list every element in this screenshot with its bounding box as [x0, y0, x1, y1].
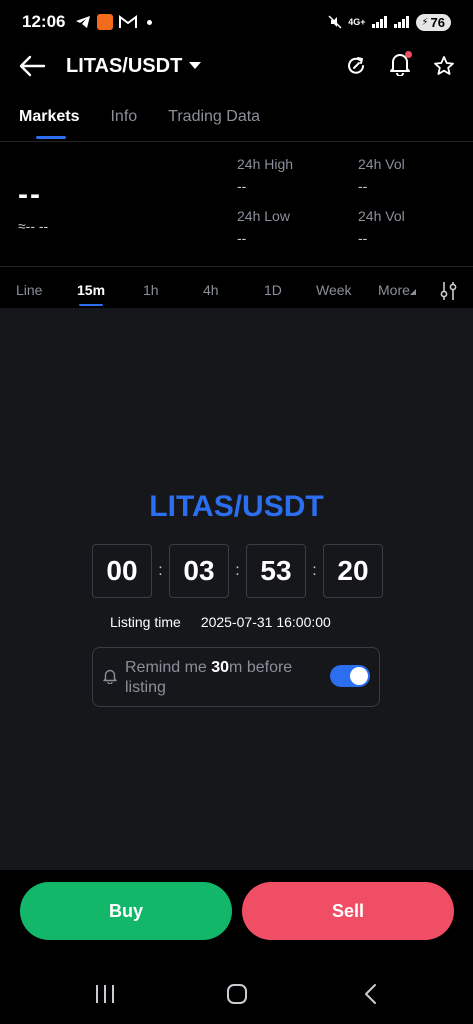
header: LITAS/USDT	[0, 44, 473, 88]
bell-icon	[103, 669, 117, 684]
header-actions	[345, 50, 455, 81]
recent-apps-icon[interactable]	[94, 984, 116, 1004]
stat-label: 24h High	[237, 156, 294, 172]
interval-more[interactable]: More	[378, 282, 416, 298]
stat-value: --	[237, 230, 247, 246]
mute-icon	[328, 15, 342, 29]
countdown-hours: 03	[169, 544, 229, 598]
notification-dot	[405, 50, 412, 58]
more-label: More	[378, 282, 410, 298]
listing-time: Listing time 2025-07-31 16:00:00	[110, 614, 331, 630]
interval-week[interactable]: Week	[316, 282, 352, 298]
listing-pair-title: LITAS/USDT	[149, 490, 324, 523]
sell-button[interactable]: Sell	[242, 882, 454, 940]
stat-24h-vol: 24h Vol --	[358, 156, 405, 194]
charging-icon: ⚡	[421, 16, 429, 28]
tab-info[interactable]: Info	[110, 98, 137, 141]
countdown-minutes: 53	[246, 544, 306, 598]
chart-settings-icon[interactable]	[440, 281, 458, 301]
tab-trading-data[interactable]: Trading Data	[168, 98, 260, 141]
interval-bar: Line 15m 1h 4h 1D Week More	[0, 272, 473, 308]
countdown-separator: :	[312, 562, 317, 579]
last-price: --	[18, 178, 42, 211]
remind-toggle[interactable]	[330, 665, 370, 687]
countdown-separator: :	[158, 562, 163, 579]
app-notification-icon	[97, 14, 114, 30]
refresh-icon[interactable]	[345, 55, 367, 77]
stat-24h-low: 24h Low --	[237, 208, 290, 246]
dot-icon	[147, 19, 153, 25]
system-nav-bar	[0, 966, 473, 1024]
signal-icon	[371, 16, 387, 28]
listing-time-value: 2025-07-31 16:00:00	[200, 614, 331, 630]
stat-value: --	[237, 178, 247, 194]
battery-level: 76	[430, 14, 445, 30]
stat-label: 24h Low	[237, 208, 290, 224]
tab-bar: Markets Info Trading Data	[0, 98, 473, 142]
countdown-days: 00	[92, 544, 152, 598]
status-right: 4G+ ⚡ 76	[328, 13, 451, 31]
status-time: 12:06	[22, 12, 66, 31]
remind-prefix: Remind me	[125, 659, 212, 676]
network-label: 4G+	[348, 17, 366, 27]
price-fiat: ≈-- --	[18, 218, 49, 234]
stat-value: --	[358, 230, 368, 246]
home-icon[interactable]	[226, 983, 248, 1005]
signal-icon-2	[393, 16, 409, 28]
notification-icons	[75, 14, 153, 30]
remind-me-box: Remind me 30m before listing	[92, 647, 380, 707]
pair-title[interactable]: LITAS/USDT	[66, 55, 182, 78]
trade-bar: Buy Sell	[0, 870, 473, 952]
corner-caret-icon	[409, 289, 416, 295]
star-icon[interactable]	[433, 55, 455, 77]
interval-1h[interactable]: 1h	[143, 282, 159, 298]
listing-time-label: Listing time	[110, 614, 181, 630]
stat-24h-high: 24h High --	[237, 156, 293, 194]
remind-minutes: 30	[211, 659, 230, 676]
interval-1d[interactable]: 1D	[264, 282, 282, 298]
status-bar: 12:06 4G+ ⚡ 76	[0, 0, 473, 44]
alert-bell-button[interactable]	[389, 50, 412, 81]
market-stats: -- ≈-- -- 24h High -- 24h Vol -- 24h Low…	[0, 142, 473, 267]
listing-panel: LITAS/USDT 00 : 03 : 53 : 20 Listing tim…	[0, 308, 473, 870]
telegram-icon	[76, 16, 91, 28]
battery-indicator: ⚡ 76	[415, 13, 451, 31]
stat-value: --	[358, 178, 368, 194]
listing-countdown: 00 : 03 : 53 : 20	[92, 544, 383, 598]
toggle-knob	[350, 667, 368, 685]
interval-line[interactable]: Line	[16, 282, 42, 298]
buy-button[interactable]: Buy	[20, 882, 232, 940]
stat-label: 24h Vol	[358, 208, 405, 224]
back-arrow-icon[interactable]	[18, 54, 46, 78]
interval-15m[interactable]: 15m	[77, 282, 105, 306]
nav-back-icon[interactable]	[363, 983, 377, 1005]
countdown-separator: :	[235, 562, 240, 579]
caret-down-icon[interactable]	[188, 61, 202, 71]
stat-24h-vol-2: 24h Vol --	[358, 208, 405, 246]
tab-markets[interactable]: Markets	[19, 98, 79, 141]
countdown-seconds: 20	[323, 544, 383, 598]
remind-text: Remind me 30m before listing	[125, 658, 325, 698]
gmail-icon	[119, 15, 138, 28]
stat-label: 24h Vol	[358, 156, 405, 172]
interval-4h[interactable]: 4h	[203, 282, 219, 298]
